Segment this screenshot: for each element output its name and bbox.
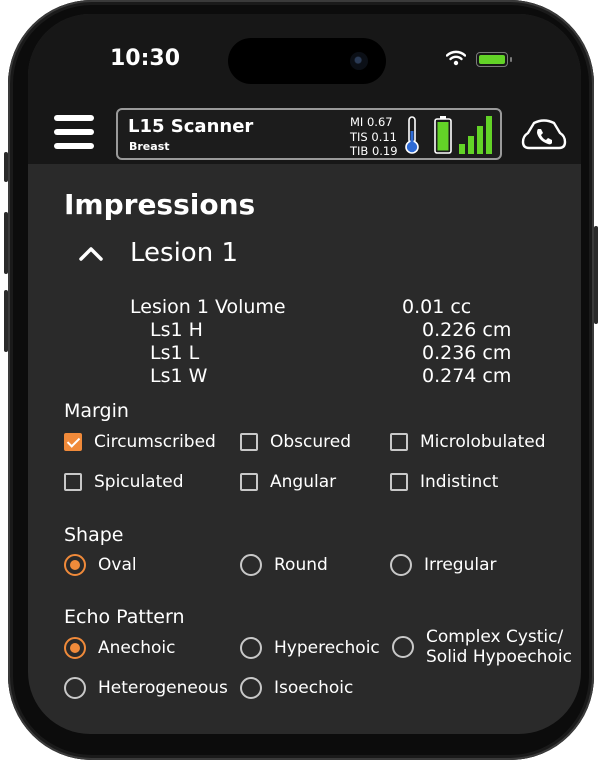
option-label: Angular bbox=[270, 472, 337, 492]
shape-oval-radio[interactable]: Oval bbox=[64, 554, 137, 576]
volume-up-button bbox=[4, 212, 8, 274]
margin-microlobulated-checkbox[interactable]: Microlobulated bbox=[390, 432, 546, 452]
battery-icon bbox=[476, 52, 512, 67]
option-label: Round bbox=[274, 555, 328, 575]
checkbox-checked-icon bbox=[64, 433, 82, 451]
preset-name: Breast bbox=[129, 140, 170, 153]
option-label: Anechoic bbox=[98, 638, 176, 658]
probe-status-panel[interactable]: L15 Scanner Breast MI 0.67 TIS 0.11 TIB … bbox=[116, 108, 502, 160]
option-label: Spiculated bbox=[94, 472, 184, 492]
power-button bbox=[594, 226, 598, 324]
probe-battery-icon bbox=[434, 116, 452, 154]
margin-angular-checkbox[interactable]: Angular bbox=[240, 472, 336, 492]
echo-hyperechoic-radio[interactable]: Hyperechoic bbox=[240, 637, 380, 659]
radio-icon bbox=[240, 677, 262, 699]
ultrasound-call-icon[interactable] bbox=[519, 116, 569, 152]
acoustic-indices: MI 0.67 TIS 0.11 TIB 0.19 bbox=[350, 115, 398, 159]
thermometer-icon bbox=[405, 116, 419, 154]
probe-name: L15 Scanner bbox=[128, 116, 254, 137]
option-label: Hyperechoic bbox=[274, 638, 380, 658]
option-label: Indistinct bbox=[420, 472, 499, 492]
shape-irregular-radio[interactable]: Irregular bbox=[390, 554, 496, 576]
echo-isoechoic-radio[interactable]: Isoechoic bbox=[240, 677, 353, 699]
option-label: Isoechoic bbox=[274, 678, 354, 698]
radio-icon bbox=[240, 554, 262, 576]
radio-selected-icon bbox=[64, 554, 86, 576]
margin-circumscribed-checkbox[interactable]: Circumscribed bbox=[64, 432, 216, 452]
radio-selected-icon bbox=[64, 637, 86, 659]
tis-value: TIS 0.11 bbox=[350, 129, 397, 144]
measurement-label: Ls1 H bbox=[150, 319, 203, 341]
tib-value: TIB 0.19 bbox=[350, 144, 398, 158]
shape-section-label: Shape bbox=[64, 524, 124, 546]
measurement-value: 0.274 cm bbox=[422, 365, 512, 387]
radio-icon bbox=[390, 554, 412, 576]
radio-icon bbox=[64, 677, 86, 699]
margin-section-label: Margin bbox=[64, 400, 129, 422]
option-label: Oval bbox=[98, 555, 137, 575]
mute-switch bbox=[4, 152, 8, 182]
echo-pattern-section-label: Echo Pattern bbox=[64, 606, 185, 628]
signal-strength-icon bbox=[459, 116, 492, 154]
checkbox-icon bbox=[390, 473, 408, 491]
checkbox-icon bbox=[64, 473, 82, 491]
option-label-line2: Solid Hypoechoic bbox=[426, 647, 572, 667]
radio-icon bbox=[392, 636, 414, 658]
mi-value: MI 0.67 bbox=[350, 115, 393, 129]
echo-complex-cystic-radio[interactable]: Complex Cystic/ Solid Hypoechoic bbox=[392, 627, 572, 667]
wifi-icon bbox=[446, 50, 466, 66]
option-label: Circumscribed bbox=[94, 432, 216, 452]
measurement-label: Ls1 W bbox=[150, 365, 208, 387]
hamburger-menu-icon[interactable] bbox=[54, 115, 94, 149]
measurement-value: 0.236 cm bbox=[422, 342, 512, 364]
radio-icon bbox=[240, 637, 262, 659]
dynamic-island bbox=[228, 38, 386, 84]
lesion-title[interactable]: Lesion 1 bbox=[130, 238, 238, 268]
volume-value: 0.01 cc bbox=[402, 296, 472, 318]
option-label: Irregular bbox=[424, 555, 497, 575]
option-label-line1: Complex Cystic/ bbox=[426, 627, 564, 647]
option-label: Microlobulated bbox=[420, 432, 546, 452]
checkbox-icon bbox=[240, 433, 258, 451]
camera-icon bbox=[350, 52, 368, 70]
shape-round-radio[interactable]: Round bbox=[240, 554, 328, 576]
echo-heterogeneous-radio[interactable]: Heterogeneous bbox=[64, 677, 228, 699]
status-time: 10:30 bbox=[110, 46, 181, 71]
measurement-label: Ls1 L bbox=[150, 342, 200, 364]
page-title: Impressions bbox=[64, 188, 256, 221]
option-label: Heterogeneous bbox=[98, 678, 228, 698]
option-label: Obscured bbox=[270, 432, 352, 452]
margin-spiculated-checkbox[interactable]: Spiculated bbox=[64, 472, 183, 492]
measurement-value: 0.226 cm bbox=[422, 319, 512, 341]
chevron-up-icon[interactable] bbox=[78, 244, 104, 262]
checkbox-icon bbox=[390, 433, 408, 451]
margin-obscured-checkbox[interactable]: Obscured bbox=[240, 432, 351, 452]
checkbox-icon bbox=[240, 473, 258, 491]
option-label-multiline: Complex Cystic/ Solid Hypoechoic bbox=[426, 627, 572, 667]
volume-label: Lesion 1 Volume bbox=[130, 296, 286, 318]
app-bar: L15 Scanner Breast MI 0.67 TIS 0.11 TIB … bbox=[28, 84, 581, 164]
echo-anechoic-radio[interactable]: Anechoic bbox=[64, 637, 175, 659]
volume-down-button bbox=[4, 290, 8, 352]
phone-frame: 10:30 L15 Scanner Breast MI 0.67 TIS 0.1… bbox=[4, 0, 598, 760]
margin-indistinct-checkbox[interactable]: Indistinct bbox=[390, 472, 498, 492]
screen: 10:30 L15 Scanner Breast MI 0.67 TIS 0.1… bbox=[28, 14, 581, 734]
